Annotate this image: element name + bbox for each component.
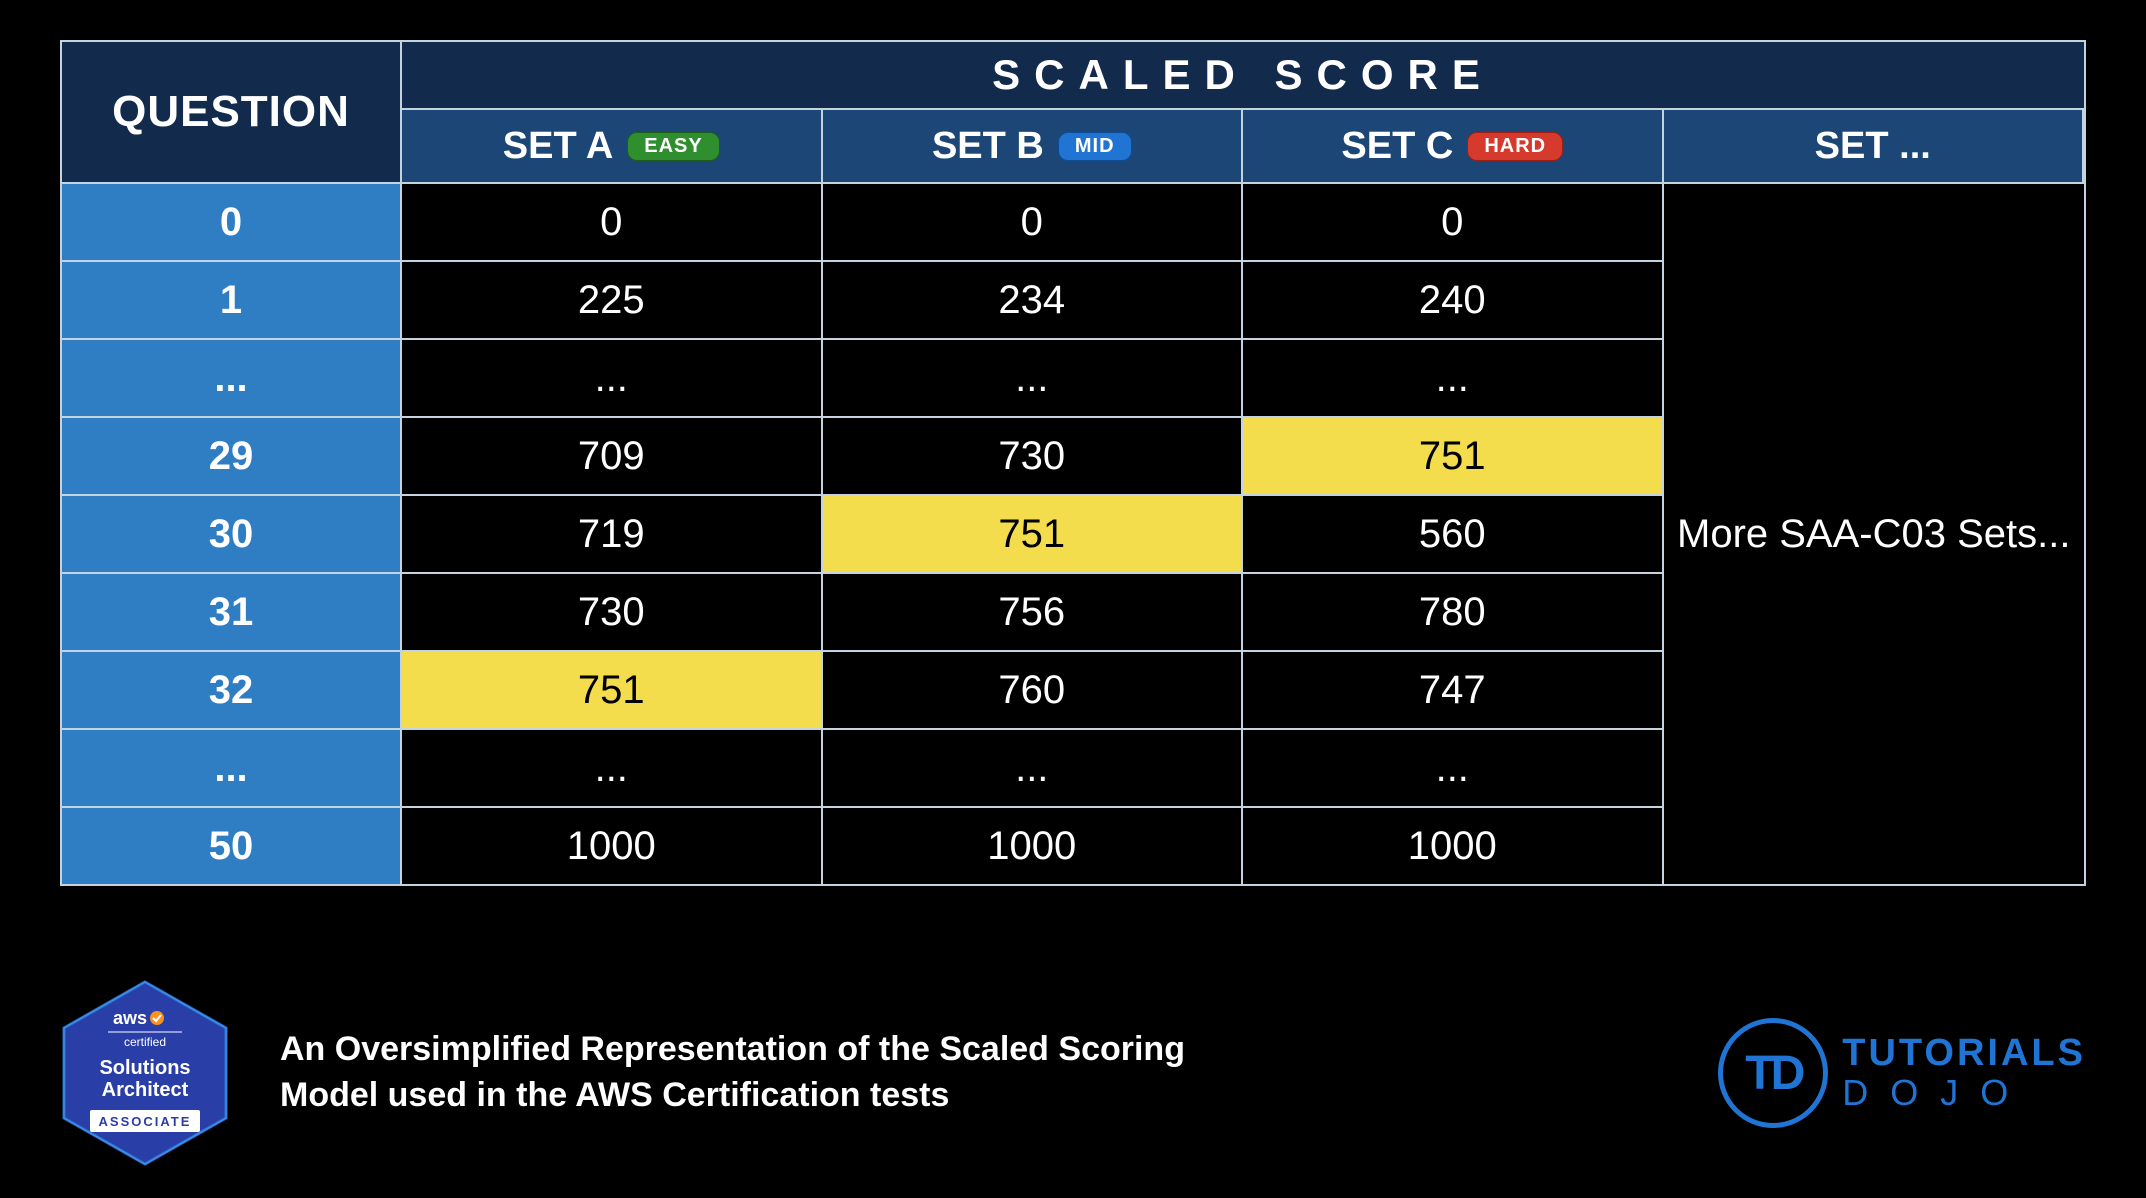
score-cell: 730: [823, 416, 1244, 494]
header-set-c: SET C HARD: [1243, 110, 1664, 182]
score-cell: 760: [823, 650, 1244, 728]
svg-text:aws: aws: [113, 1008, 147, 1028]
score-cell: 0: [1243, 182, 1664, 260]
set-b-label: SET B: [932, 125, 1044, 168]
score-cell: ...: [402, 728, 823, 806]
more-sets-cell: More SAA-C03 Sets...: [1664, 182, 2085, 884]
svg-text:Architect: Architect: [102, 1079, 189, 1101]
footer: aws certified Solutions Architect ASSOCI…: [60, 930, 2086, 1168]
score-cell: ...: [1243, 338, 1664, 416]
score-cell: 747: [1243, 650, 1664, 728]
question-cell: 31: [62, 572, 402, 650]
score-cell: ...: [823, 728, 1244, 806]
question-cell: 0: [62, 182, 402, 260]
question-cell: 32: [62, 650, 402, 728]
difficulty-badge-mid: MID: [1058, 132, 1132, 161]
svg-text:ASSOCIATE: ASSOCIATE: [99, 1114, 192, 1129]
score-cell: 751: [402, 650, 823, 728]
aws-certified-badge-icon: aws certified Solutions Architect ASSOCI…: [60, 978, 230, 1168]
question-cell: 30: [62, 494, 402, 572]
score-cell: 225: [402, 260, 823, 338]
score-cell: 0: [823, 182, 1244, 260]
question-cell: 50: [62, 806, 402, 884]
set-a-label: SET A: [503, 125, 614, 168]
score-cell: 751: [1243, 416, 1664, 494]
question-cell: ...: [62, 338, 402, 416]
set-c-label: SET C: [1341, 125, 1453, 168]
score-cell: 1000: [1243, 806, 1664, 884]
header-scaled-score: SCALED SCORE: [402, 42, 2084, 110]
td-logo-line2: DOJO: [1842, 1074, 2086, 1112]
score-cell: 234: [823, 260, 1244, 338]
score-cell: 560: [1243, 494, 1664, 572]
score-cell: 709: [402, 416, 823, 494]
header-set-a: SET A EASY: [402, 110, 823, 182]
question-cell: 29: [62, 416, 402, 494]
score-cell: ...: [1243, 728, 1664, 806]
td-logo-mark-icon: TD: [1718, 1018, 1828, 1128]
header-set-b: SET B MID: [823, 110, 1244, 182]
scaled-score-table: QUESTION SCALED SCORE SET A EASY SET B M…: [60, 40, 2086, 930]
score-cell: 1000: [823, 806, 1244, 884]
footer-caption: An Oversimplified Representation of the …: [280, 1027, 1200, 1119]
td-logo-line1: TUTORIALS: [1842, 1034, 2086, 1074]
question-cell: 1: [62, 260, 402, 338]
tutorials-dojo-logo: TD TUTORIALS DOJO: [1718, 1018, 2086, 1128]
svg-text:certified: certified: [124, 1035, 166, 1049]
header-question: QUESTION: [62, 42, 402, 182]
score-cell: 751: [823, 494, 1244, 572]
score-cell: 719: [402, 494, 823, 572]
score-cell: 780: [1243, 572, 1664, 650]
difficulty-badge-hard: HARD: [1467, 132, 1563, 161]
score-cell: 756: [823, 572, 1244, 650]
difficulty-badge-easy: EASY: [627, 132, 719, 161]
score-cell: 730: [402, 572, 823, 650]
score-cell: ...: [402, 338, 823, 416]
score-cell: 240: [1243, 260, 1664, 338]
question-cell: ...: [62, 728, 402, 806]
set-more-label: SET ...: [1815, 125, 1931, 168]
score-cell: 0: [402, 182, 823, 260]
score-cell: ...: [823, 338, 1244, 416]
svg-text:Solutions: Solutions: [99, 1057, 190, 1079]
score-cell: 1000: [402, 806, 823, 884]
header-set-more: SET ...: [1664, 110, 2085, 182]
